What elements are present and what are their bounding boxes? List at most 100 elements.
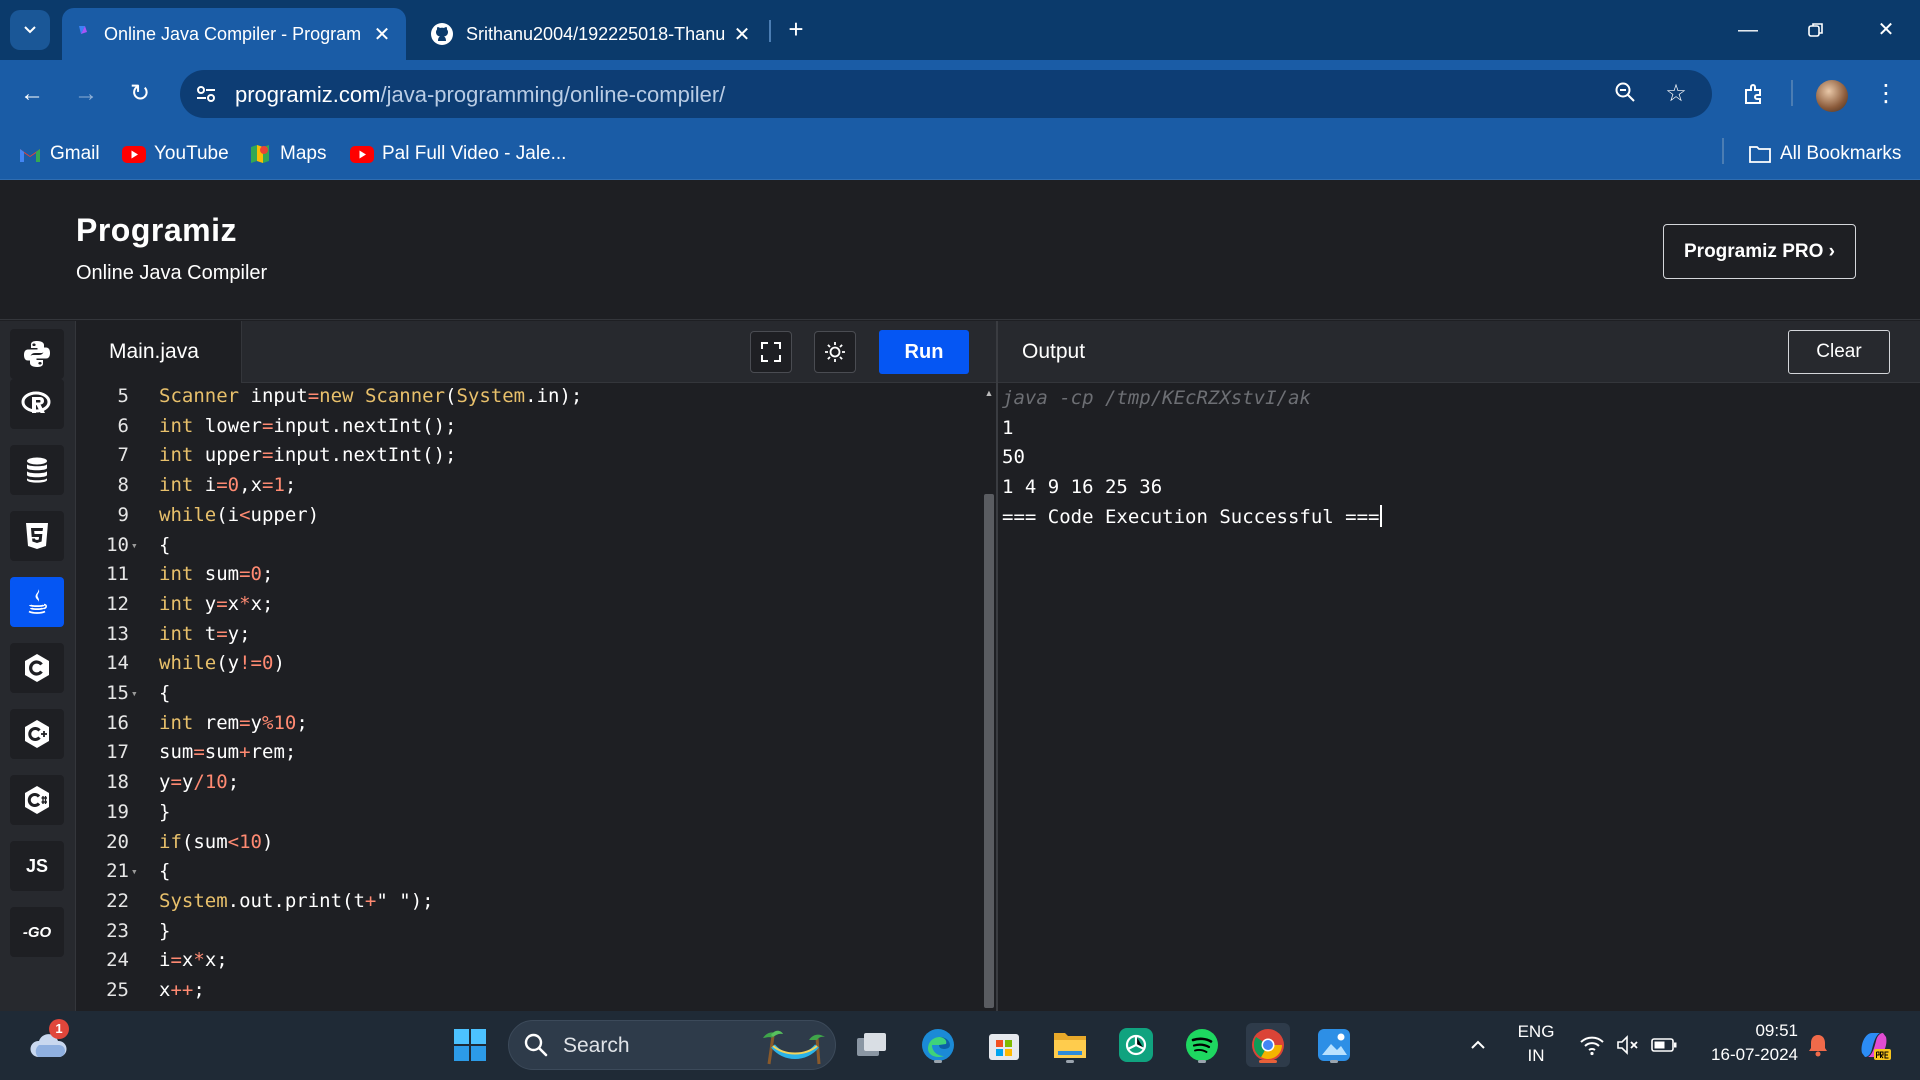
fullscreen-button[interactable]: [750, 331, 792, 373]
battery-button[interactable]: [1642, 1023, 1686, 1067]
extensions-icon[interactable]: [1736, 76, 1772, 112]
input-language-bottom[interactable]: IN: [1514, 1046, 1558, 1066]
taskbar-search[interactable]: Search: [508, 1020, 836, 1070]
code-text: }: [159, 800, 171, 823]
bookmark-youtube[interactable]: YouTube: [122, 140, 229, 168]
bookmark-pal-full-video[interactable]: Pal Full Video - Jale...: [350, 140, 566, 168]
store-icon: [989, 1034, 1019, 1060]
zoom-icon[interactable]: [1611, 80, 1639, 108]
python-icon: [24, 341, 50, 367]
code-editor[interactable]: 5 Scanner input=new Scanner(System.in); 6 i…: [77, 384, 996, 1011]
code-line[interactable]: 13 int t=y;: [77, 620, 977, 650]
output-title: Output: [1022, 340, 1086, 363]
code-line[interactable]: 21 ▾ {: [77, 857, 977, 887]
close-icon[interactable]: ✕: [732, 22, 752, 47]
language-cpp[interactable]: [10, 709, 64, 759]
taskbar-photos[interactable]: [1312, 1023, 1356, 1067]
task-view-button[interactable]: [850, 1023, 894, 1067]
address-bar[interactable]: programiz.com/java-programming/online-co…: [180, 70, 1712, 118]
language-go[interactable]: -GO: [10, 907, 64, 957]
language-c[interactable]: [10, 643, 64, 693]
bookmark-star-icon[interactable]: ☆: [1662, 80, 1690, 108]
code-line[interactable]: 14 while(y!=0): [77, 649, 977, 679]
run-button[interactable]: Run: [879, 330, 969, 374]
close-icon[interactable]: ✕: [372, 22, 392, 47]
language-sql[interactable]: [10, 445, 64, 495]
show-hidden-icons-button[interactable]: [1456, 1023, 1500, 1067]
code-line[interactable]: 9 while(i<upper): [77, 501, 977, 531]
code-line[interactable]: 15 ▾ {: [77, 679, 977, 709]
file-tab-main-java[interactable]: Main.java: [77, 321, 242, 383]
bookmark-gmail[interactable]: Gmail: [18, 140, 100, 168]
code-line[interactable]: 25 x++;: [77, 976, 977, 1006]
programiz-pro-button[interactable]: Programiz PRO ›: [1663, 224, 1856, 279]
tab-search-button[interactable]: [10, 10, 50, 50]
code-line[interactable]: 10 ▾ {: [77, 531, 977, 561]
notifications-button[interactable]: [1796, 1023, 1840, 1067]
line-number: 19: [106, 800, 129, 823]
gmail-icon: [18, 144, 42, 164]
clock-time[interactable]: 09:51: [1700, 1021, 1798, 1041]
taskbar-chatgpt[interactable]: [1114, 1023, 1158, 1067]
new-tab-plus-icon[interactable]: +: [780, 14, 812, 46]
clear-button[interactable]: Clear: [1788, 330, 1890, 374]
fold-arrow-icon[interactable]: ▾: [131, 857, 143, 887]
browser-tab-github[interactable]: Srithanu2004/192225018-Thanu ✕: [416, 8, 766, 60]
code-line[interactable]: 19}: [77, 798, 977, 828]
editor-header: Main.java Run: [77, 321, 996, 383]
back-arrow-icon[interactable]: ←: [14, 76, 50, 112]
copilot-button[interactable]: [1852, 1023, 1896, 1067]
line-number: 21: [106, 860, 129, 883]
language-javascript[interactable]: JS: [10, 841, 64, 891]
scroll-up-arrow-icon[interactable]: ▲: [983, 388, 995, 398]
code-line[interactable]: 7 int upper=input.nextInt();: [77, 441, 977, 471]
theme-toggle-button[interactable]: [814, 331, 856, 373]
taskbar-microsoft-store[interactable]: [982, 1023, 1026, 1067]
folder-icon: [1748, 144, 1772, 164]
browser-tab-programiz[interactable]: Online Java Compiler - Program ✕: [62, 8, 406, 60]
output-console[interactable]: java -cp /tmp/KEcRZXstvI/ak 1 50 1 4 9 1…: [998, 384, 1920, 1011]
code-line[interactable]: 16 int rem=y%10;: [77, 709, 977, 739]
code-text: Scanner input=new Scanner(System.in);: [159, 385, 583, 407]
reload-icon[interactable]: ↻: [122, 76, 158, 112]
code-line[interactable]: 11 int sum=0;: [77, 560, 977, 590]
code-line[interactable]: 18 y=y/10;: [77, 768, 977, 798]
editor-scroll-thumb[interactable]: [984, 494, 994, 1008]
taskbar-spotify[interactable]: [1180, 1023, 1224, 1067]
close-window-icon[interactable]: ✕: [1866, 14, 1906, 46]
profile-avatar[interactable]: [1816, 80, 1848, 112]
fold-arrow-icon[interactable]: ▾: [131, 531, 143, 561]
taskbar-file-explorer[interactable]: [1048, 1023, 1092, 1067]
input-language-top[interactable]: ENG: [1514, 1022, 1558, 1042]
code-line[interactable]: 6 int lower=input.nextInt();: [77, 412, 977, 442]
code-line[interactable]: 20 if(sum<10): [77, 828, 977, 858]
minimize-icon[interactable]: —: [1728, 14, 1768, 46]
taskbar-chrome[interactable]: [1246, 1023, 1290, 1067]
fold-arrow-icon[interactable]: ▾: [131, 679, 143, 709]
restore-icon[interactable]: [1796, 14, 1836, 46]
code-line[interactable]: 8 int i=0,x=1;: [77, 471, 977, 501]
taskbar-edge[interactable]: [916, 1023, 960, 1067]
code-line[interactable]: 22 System.out.print(t+" ");: [77, 887, 977, 917]
code-line[interactable]: 17 sum=sum+rem;: [77, 738, 977, 768]
code-line[interactable]: 24 i=x*x;: [77, 946, 977, 976]
line-number: 17: [106, 741, 129, 764]
programiz-logo[interactable]: Programiz: [76, 212, 237, 249]
code-line[interactable]: 5 Scanner input=new Scanner(System.in);: [77, 384, 977, 412]
language-r[interactable]: [10, 379, 64, 429]
all-bookmarks-button[interactable]: All Bookmarks: [1748, 140, 1901, 168]
code-line[interactable]: 12 int y=x*x;: [77, 590, 977, 620]
code-line[interactable]: 23}: [77, 917, 977, 947]
clock-date[interactable]: 16-07-2024: [1700, 1045, 1798, 1065]
language-python[interactable]: [10, 329, 64, 379]
text-caret: [1379, 504, 1382, 527]
line-number: 9: [117, 503, 129, 526]
forward-arrow-icon[interactable]: →: [68, 76, 104, 112]
language-csharp[interactable]: [10, 775, 64, 825]
language-html[interactable]: [10, 511, 64, 561]
language-java[interactable]: [10, 577, 64, 627]
start-button[interactable]: [448, 1023, 492, 1067]
site-info-icon[interactable]: [194, 82, 218, 106]
more-menu-icon[interactable]: ⋮: [1868, 76, 1904, 112]
bookmark-maps[interactable]: Maps: [248, 140, 326, 168]
